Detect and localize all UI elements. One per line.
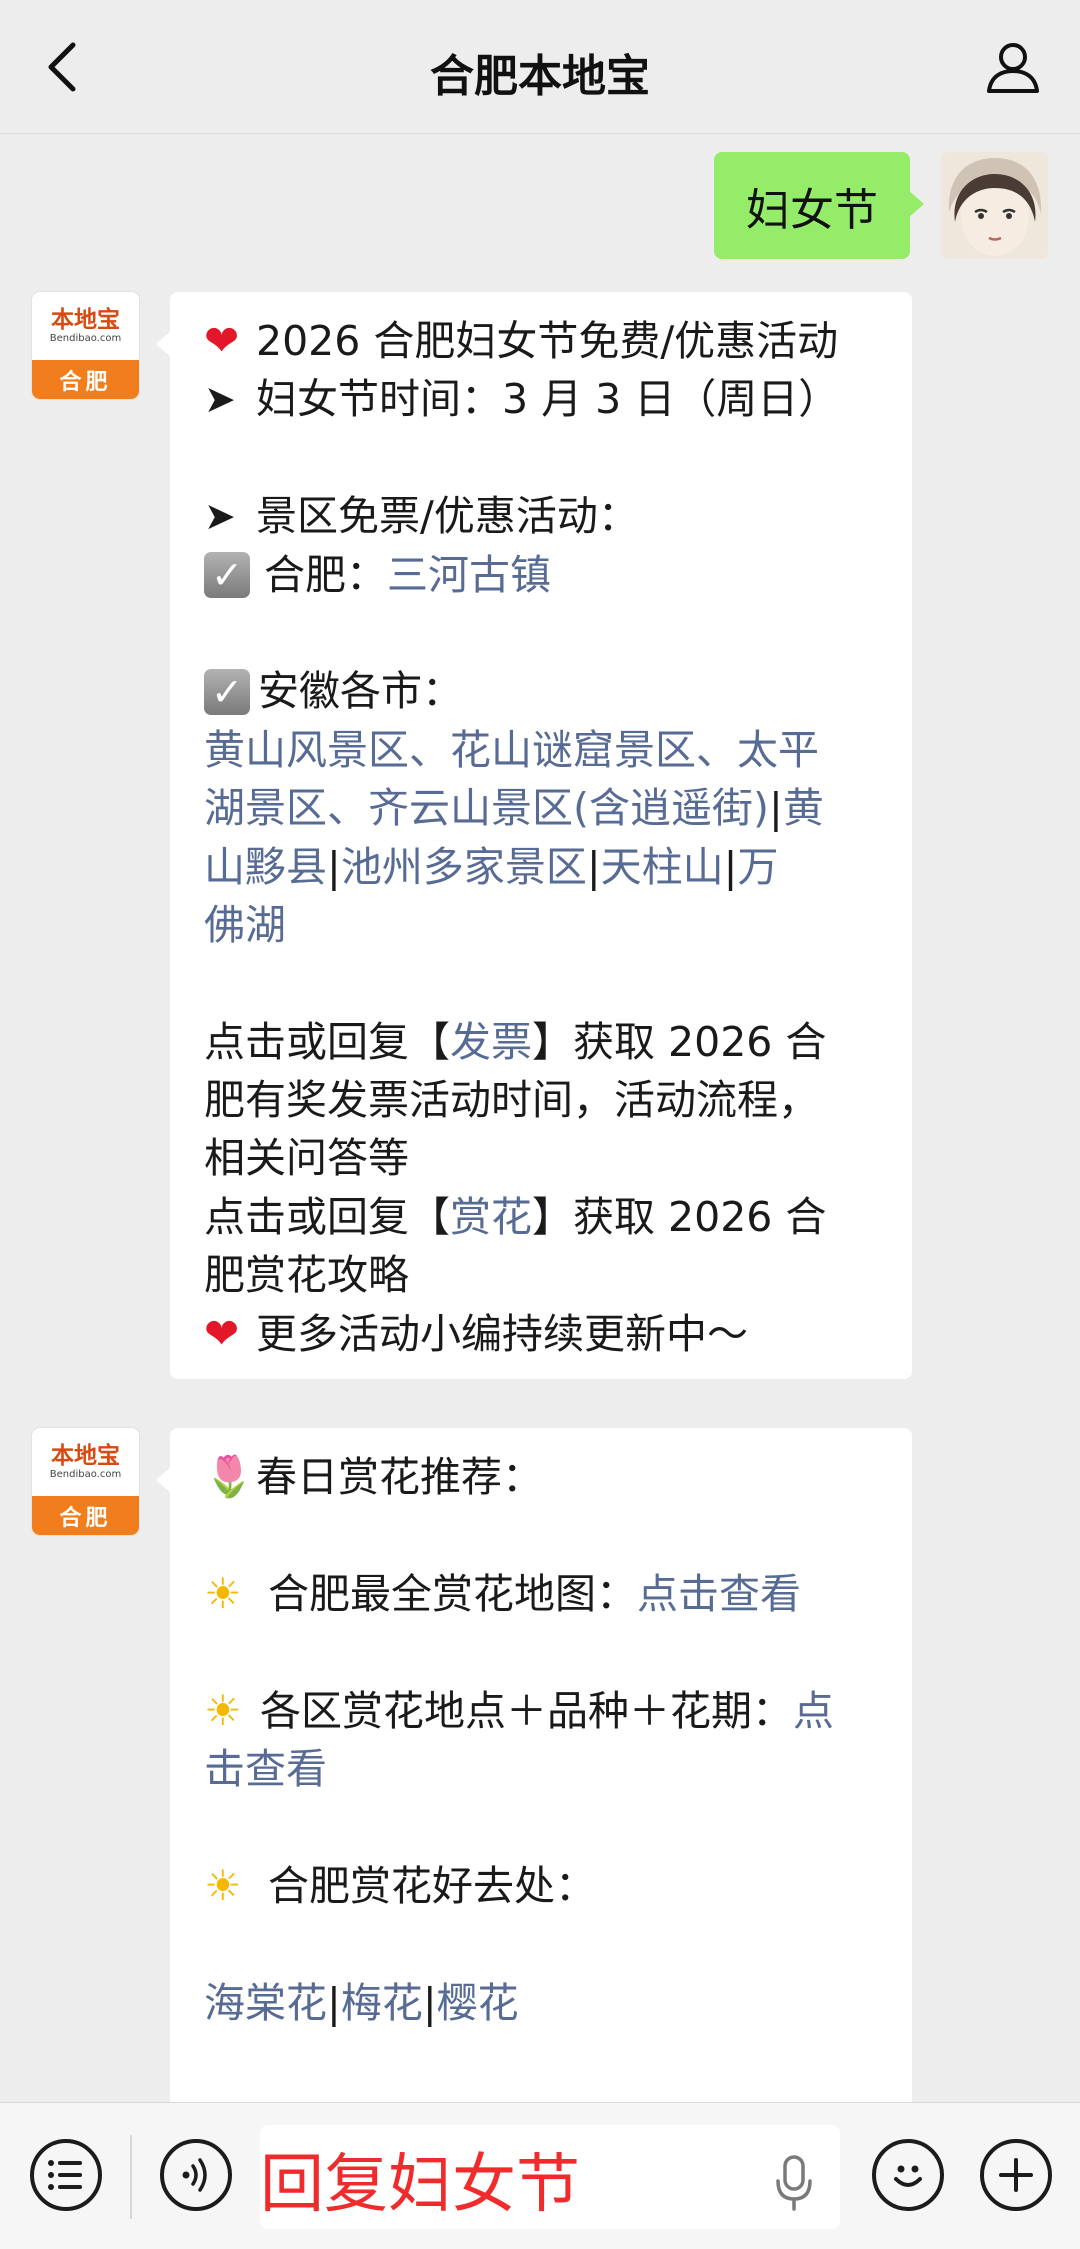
plus-icon	[999, 2158, 1033, 2192]
link-wanfohu[interactable]: 万	[737, 838, 778, 896]
link-huangshan-yixian[interactable]: 黄	[783, 779, 824, 837]
message-input-text: 回复妇女节	[260, 2148, 580, 2222]
arrow-icon: ➤	[204, 377, 236, 422]
sun-icon: ☀	[204, 1685, 242, 1735]
heart-icon: ❤	[204, 316, 240, 365]
invoice-text: 肥有奖发票活动时间，活动流程，	[204, 1076, 819, 1125]
outgoing-message-text: 妇女节	[746, 184, 878, 236]
voice-icon	[182, 2158, 207, 2192]
hefei-label: 合肥：	[264, 550, 387, 599]
person-icon	[987, 43, 1039, 93]
bot-avatar-brand: 本地宝	[51, 306, 120, 333]
voice-button[interactable]	[160, 2139, 232, 2211]
input-toolbar: 回复妇女节	[0, 2102, 1080, 2249]
page-title: 合肥本地宝	[430, 51, 650, 102]
bot-avatar-site: Bendibao.com	[49, 1469, 122, 1480]
anhui-label: 安徽各市：	[258, 667, 463, 716]
link-sanhe-ancient-town[interactable]: 三河古镇	[387, 546, 551, 604]
mic-icon[interactable]	[770, 2153, 818, 2213]
link-begonia[interactable]: 海棠花	[204, 1974, 327, 2032]
scenic-heading: 景区免票/优惠活动：	[256, 492, 639, 541]
link-huangshan-yixian[interactable]: 山黟县	[204, 838, 327, 896]
flower-map-label: 合肥最全赏花地图：	[268, 1569, 637, 1618]
flower-text: 肥赏花攻略	[204, 1251, 409, 1300]
link-chizhou-scenic[interactable]: 池州多家景区	[341, 838, 587, 896]
bot-avatar[interactable]: 本地宝 Bendibao.com 合肥	[32, 1428, 139, 1535]
menu-button[interactable]	[30, 2139, 102, 2211]
more-updates-text: 更多活动小编持续更新中～	[256, 1309, 748, 1358]
toolbar-divider	[130, 2135, 132, 2219]
link-plum-blossom[interactable]: 梅花	[341, 1974, 423, 2032]
heart-icon: ❤	[204, 1308, 240, 1358]
link-flower-viewing[interactable]: 赏花	[450, 1188, 532, 1246]
emoji-button[interactable]	[872, 2139, 944, 2211]
incoming-message-bubble: ❤ 2026 合肥妇女节免费/优惠活动 ➤ 妇女节时间：3 月 3 日（周日） …	[156, 292, 912, 1380]
back-button[interactable]	[28, 32, 98, 102]
link-district-flowers[interactable]: 点	[793, 1682, 834, 1740]
bot-avatar[interactable]: 本地宝 Bendibao.com 合肥	[32, 292, 139, 399]
link-district-flowers[interactable]: 击查看	[204, 1740, 327, 1798]
emoji-icon	[894, 2165, 922, 2187]
user-avatar[interactable]	[941, 152, 1048, 259]
link-wanfohu[interactable]: 佛湖	[204, 896, 286, 954]
list-icon	[48, 2160, 82, 2190]
district-flower-label: 各区赏花地点＋品种＋花期：	[260, 1686, 793, 1735]
link-qiyunshan[interactable]: 湖景区、齐云山景区(含逍遥街)	[204, 779, 769, 837]
top-nav-bar: 合肥本地宝	[0, 0, 1080, 134]
incoming-message-bubble: 🌷 春日赏花推荐： ☀ 合肥最全赏花地图： 点击查看 ☀ 各区赏花地点＋品种＋花…	[156, 1428, 912, 2102]
event-date-text: 妇女节时间：3 月 3 日（周日）	[256, 375, 840, 424]
bot-avatar-site: Bendibao.com	[49, 333, 122, 344]
message-input[interactable]: 回复妇女节	[260, 2125, 840, 2229]
link-scenic-list[interactable]: 黄山风景区、花山谜窟景区、太平	[204, 721, 819, 779]
checkbox-icon: ✓	[204, 668, 250, 715]
arrow-icon: ➤	[204, 494, 236, 539]
link-cherry-blossom[interactable]: 樱花	[437, 1974, 519, 2032]
chevron-left-icon	[48, 42, 76, 92]
tulip-icon: 🌷	[204, 1454, 254, 1500]
message-title: 2026 合肥妇女节免费/优惠活动	[256, 317, 839, 365]
checkbox-icon: ✓	[204, 551, 250, 598]
link-tianzhushan[interactable]: 天柱山	[601, 838, 724, 896]
spring-flower-heading: 春日赏花推荐：	[256, 1453, 543, 1501]
user-avatar-illustration	[941, 152, 1048, 259]
invoice-text: 相关问答等	[204, 1134, 409, 1183]
outgoing-message-bubble[interactable]: 妇女节	[714, 152, 924, 259]
bot-avatar-brand: 本地宝	[51, 1442, 120, 1469]
profile-button[interactable]	[980, 34, 1046, 100]
link-flower-map[interactable]: 点击查看	[637, 1565, 801, 1623]
sun-icon: ☀	[204, 1860, 242, 1910]
bot-avatar-city: 合肥	[32, 360, 139, 399]
link-invoice[interactable]: 发票	[450, 1013, 532, 1071]
bot-avatar-city: 合肥	[32, 1496, 139, 1535]
sun-icon: ☀	[204, 1568, 242, 1618]
flower-places-label: 合肥赏花好去处：	[268, 1861, 596, 1910]
more-options-button[interactable]	[980, 2139, 1052, 2211]
